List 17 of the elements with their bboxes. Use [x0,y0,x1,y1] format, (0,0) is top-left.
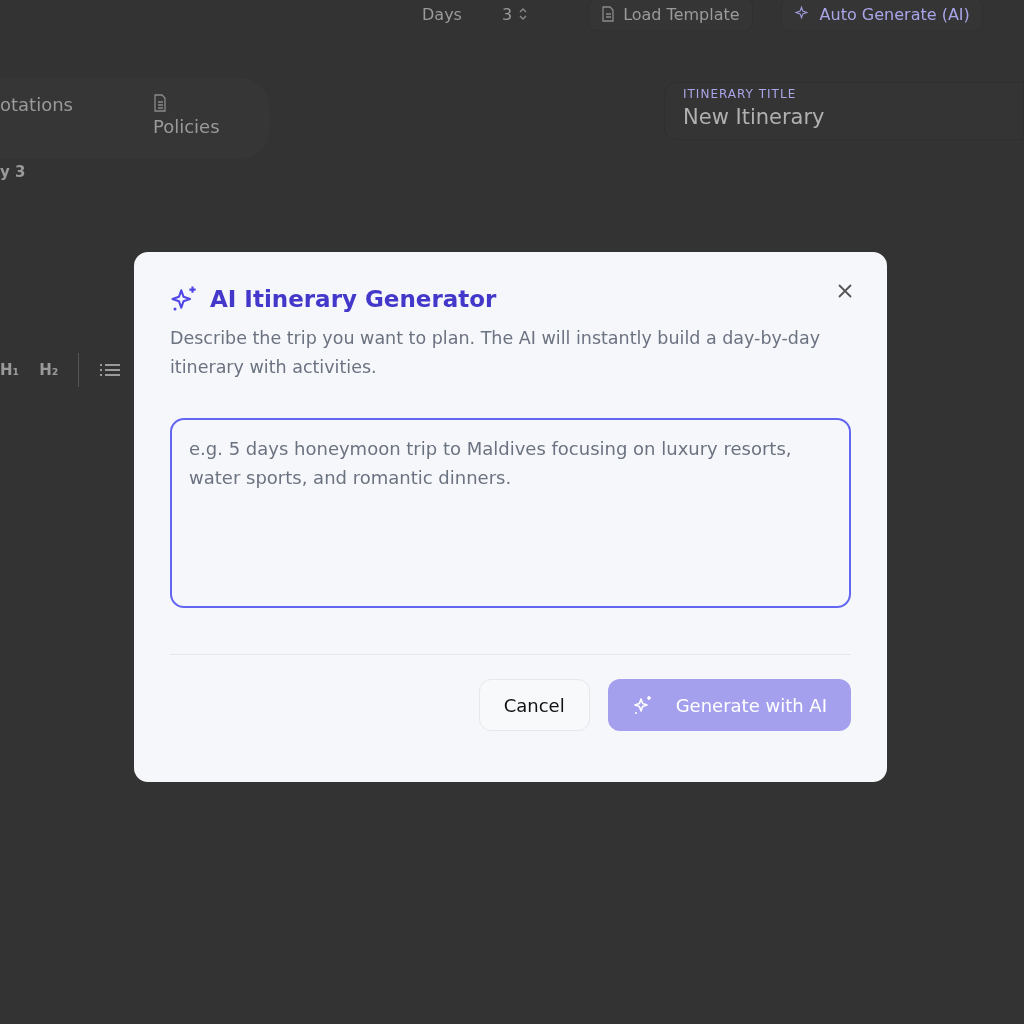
close-icon[interactable] [837,283,853,299]
list-icon[interactable] [99,362,122,378]
sparkle-icon [793,5,812,23]
itinerary-title-field[interactable]: ITINERARY TITLE New Itinerary [664,82,1024,140]
prompt-field[interactable]: e.g. 5 days honeymoon trip to Maldives focusing on luxury resorts, water sports, and romantic dinners. [170,418,851,608]
day-label: y 3 [0,163,27,181]
dialog-description: Describe the trip you want to plan. The AI will instantly build a day-by-day itinerary with activities. [170,327,822,379]
tab[interactable]: otations [0,94,73,137]
tab[interactable]: Policies [132,94,220,137]
days-spinner[interactable]: 3 [495,2,535,26]
heading-button[interactable]: H₂ [39,361,59,379]
document-icon [152,94,167,112]
heading-button[interactable]: H₁ [0,361,20,379]
document-icon [601,6,616,22]
days-label: Days [422,4,462,24]
cancel-button[interactable]: Cancel [478,679,590,731]
dialog-title: AI Itinerary Generator [210,286,498,312]
